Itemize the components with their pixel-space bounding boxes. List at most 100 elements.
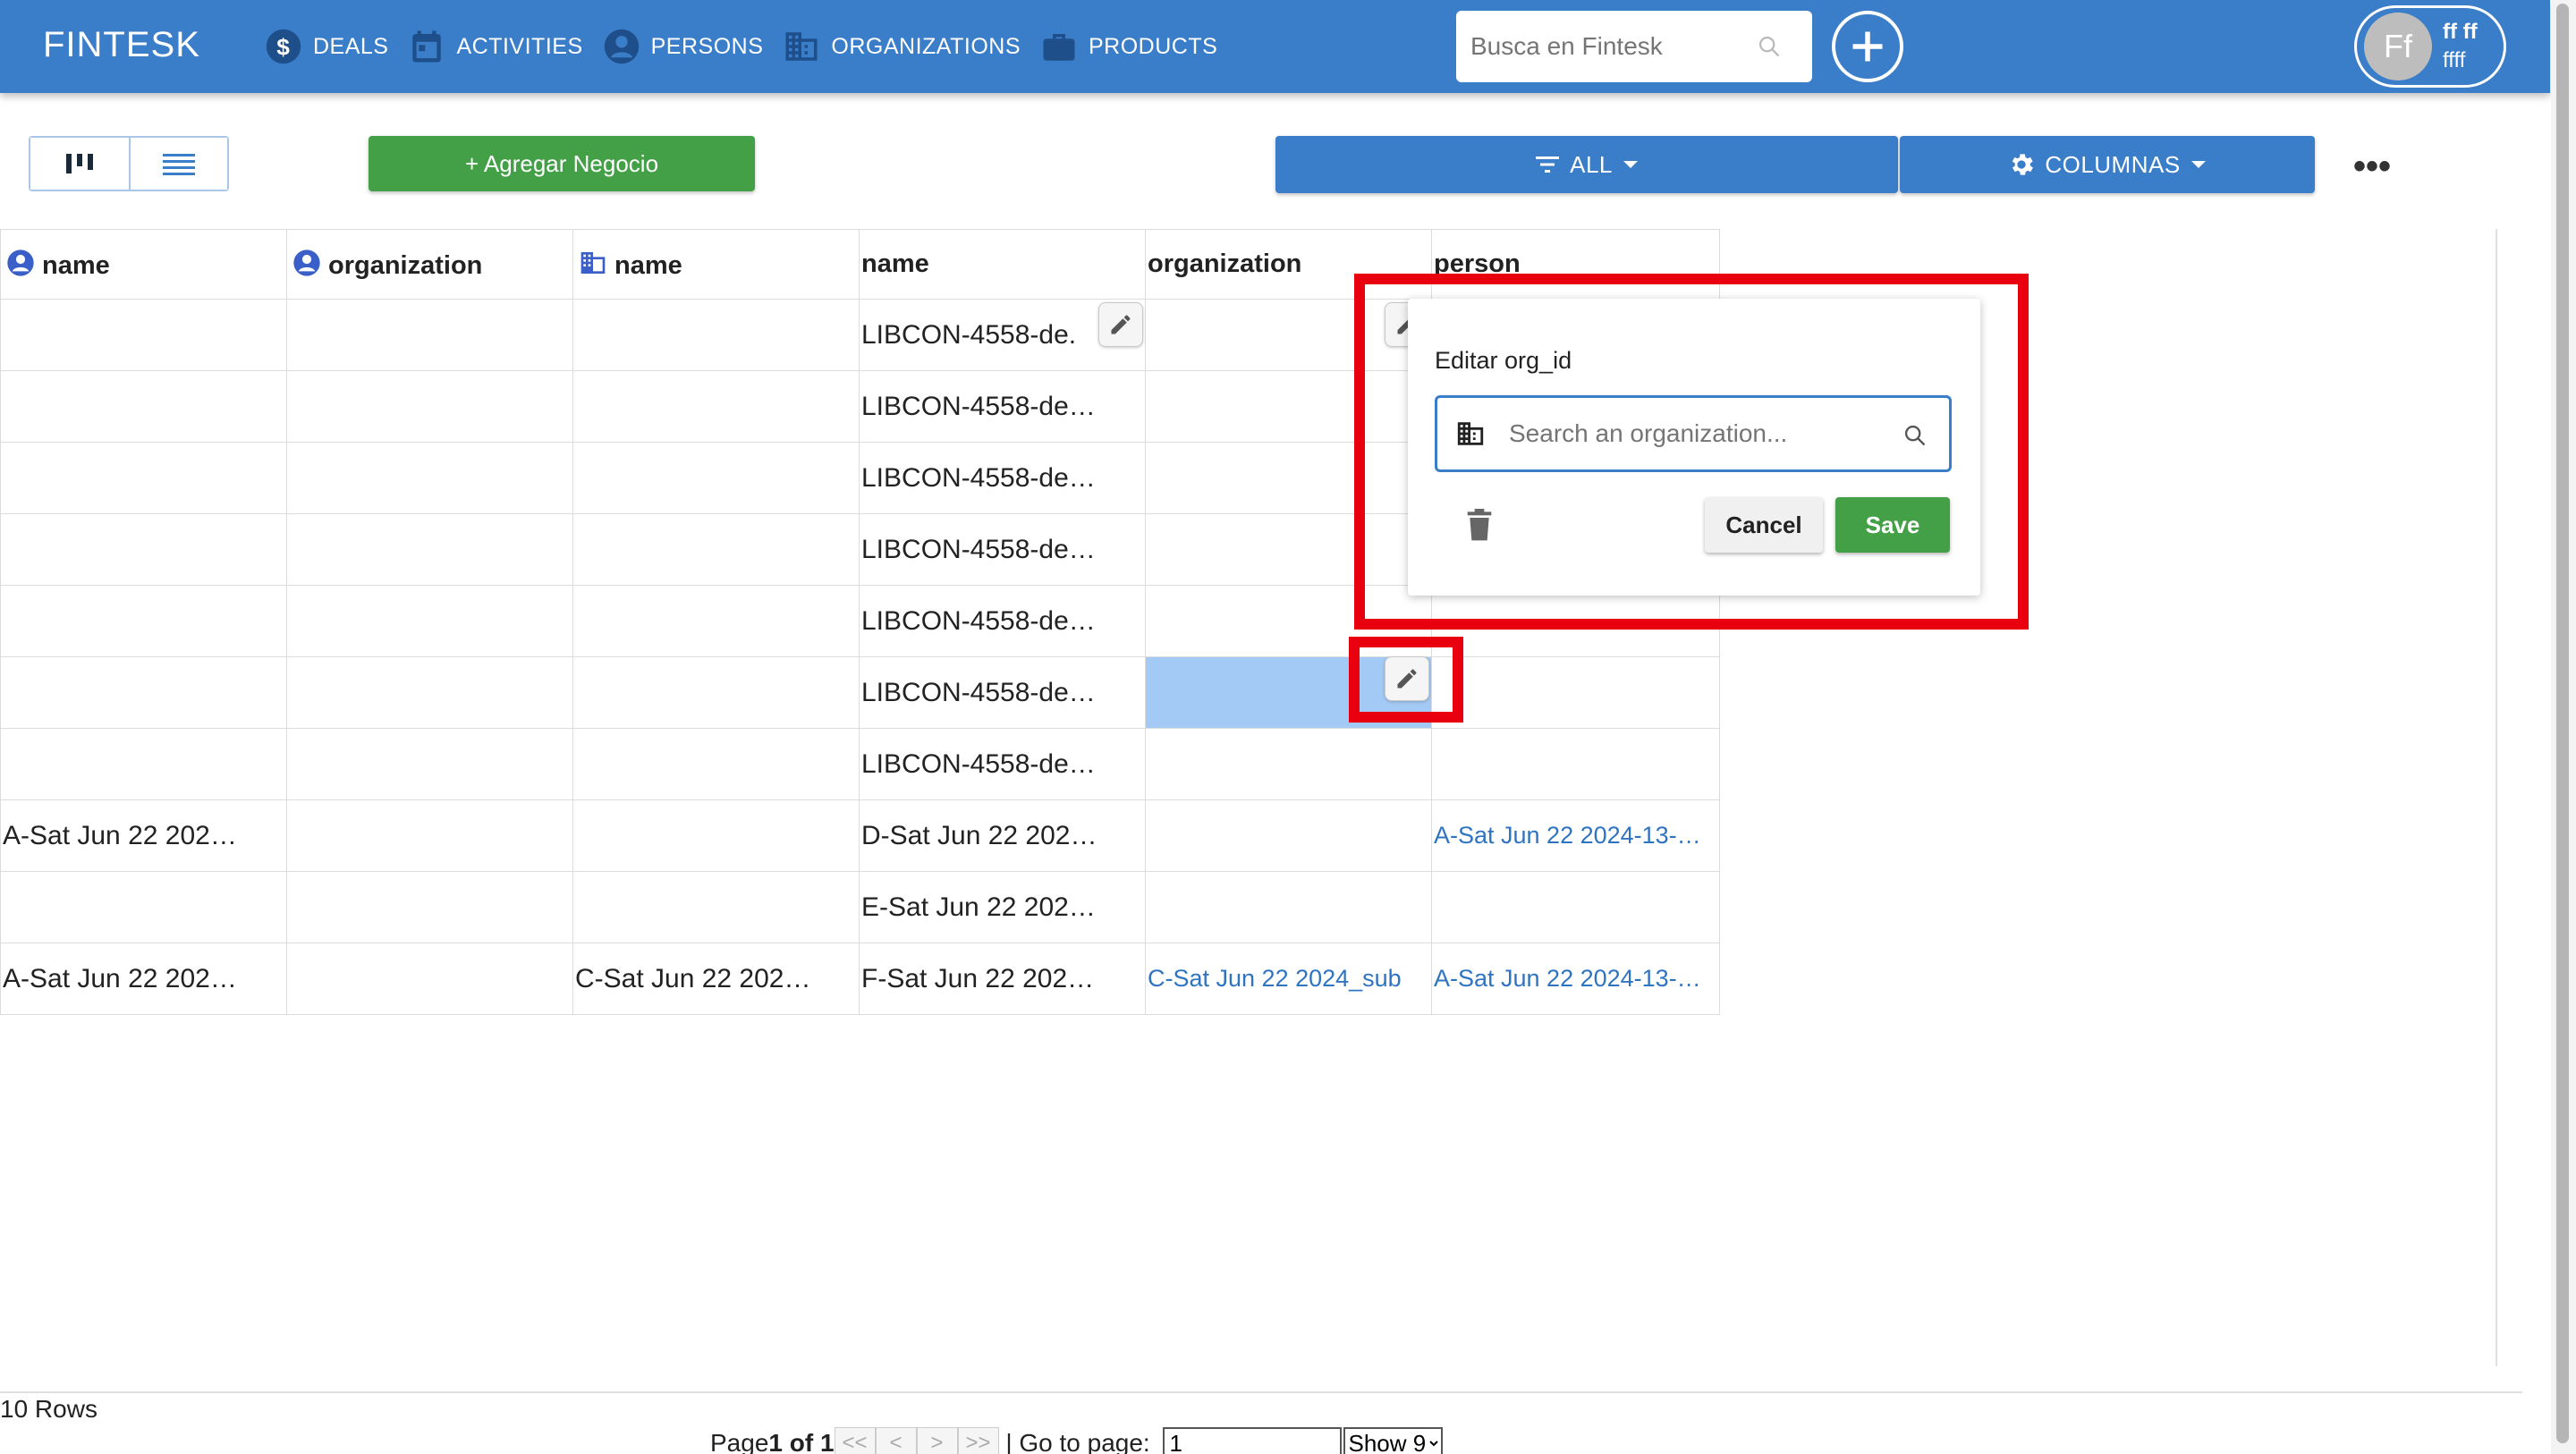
delete-button[interactable] [1465,508,1494,546]
table-cell[interactable] [572,370,860,443]
next-page-button[interactable]: > [916,1427,958,1454]
building-icon [785,32,818,61]
save-button[interactable]: Save [1835,497,1950,553]
table-cell[interactable]: LIBCON-4558-de… [859,728,1146,800]
table-row[interactable]: LIBCON-4558-de… [0,585,1720,657]
table-row[interactable]: LIBCON-4558-de… [0,728,1720,800]
table-cell[interactable] [572,871,860,943]
table-cell[interactable] [572,585,860,657]
plus-icon [1852,31,1883,62]
first-page-button[interactable]: << [834,1427,876,1454]
table-cell[interactable] [1145,585,1432,657]
table-cell[interactable] [286,585,573,657]
scrollbar[interactable] [2551,0,2576,1454]
nav-deals[interactable]: $ DEALS [265,0,388,93]
table-cell[interactable] [1145,871,1432,943]
rows-count: 10 Rows [0,1395,97,1423]
table-cell[interactable] [1145,799,1432,872]
table-cell[interactable] [572,442,860,514]
table-cell[interactable]: D-Sat Jun 22 202… [859,799,1146,872]
table-cell[interactable] [286,299,573,371]
nav-activities[interactable]: ACTIVITIES [408,0,582,93]
table-cell[interactable] [286,656,573,729]
edit-cell-button[interactable] [1098,302,1143,347]
table-cell[interactable] [0,299,287,371]
table-cell[interactable] [572,656,860,729]
global-search-input[interactable] [1470,32,1757,61]
filter-button[interactable]: ALL [1275,136,1898,193]
table-cell[interactable]: LIBCON-4558-de… [859,656,1146,729]
table-cell[interactable]: LIBCON-4558-de… [859,442,1146,514]
column-header-deal-organization[interactable]: organization [1145,229,1432,300]
table-cell[interactable]: A-Sat Jun 22 202… [0,799,287,872]
table-row[interactable]: LIBCON-4558-de… [0,656,1720,729]
kanban-view-button[interactable] [30,138,129,190]
table-row[interactable]: A-Sat Jun 22 202… C-Sat Jun 22 202… F-Sat … [0,943,1720,1015]
add-deal-button[interactable]: + Agregar Negocio [369,136,755,191]
last-page-button[interactable]: >> [957,1427,999,1454]
table-cell[interactable] [1145,442,1432,514]
table-cell[interactable] [0,871,287,943]
column-header-person-organization[interactable]: organization [286,229,573,300]
table-cell[interactable] [286,943,573,1015]
table-cell[interactable] [1145,513,1432,586]
table-cell[interactable] [1431,728,1720,800]
table-cell[interactable]: A-Sat Jun 22 2024-13-… [1431,943,1720,1015]
table-cell[interactable] [1431,871,1720,943]
user-menu[interactable]: Ff ff ff ffff [2354,5,2506,88]
table-cell[interactable] [572,728,860,800]
table-cell[interactable] [286,799,573,872]
columns-button[interactable]: COLUMNAS [1900,136,2315,193]
table-cell[interactable]: A-Sat Jun 22 202… [0,943,287,1015]
table-cell[interactable] [0,442,287,514]
column-header-person-name[interactable]: name [0,229,287,300]
table-cell[interactable] [0,728,287,800]
table-cell[interactable] [0,656,287,729]
table-cell[interactable] [1431,585,1720,657]
nav-organizations[interactable]: ORGANIZATIONS [783,0,1021,93]
list-view-button[interactable] [129,138,227,190]
table-cell[interactable] [286,871,573,943]
organization-search-input[interactable] [1509,419,1867,448]
nav-products[interactable]: PRODUCTS [1040,0,1217,93]
quick-add-button[interactable] [1832,11,1903,82]
table-row[interactable]: E-Sat Jun 22 202… [0,871,1720,943]
table-cell[interactable]: LIBCON-4558-de… [859,370,1146,443]
cancel-button[interactable]: Cancel [1705,497,1823,553]
table-cell[interactable] [1145,370,1432,443]
table-cell[interactable] [572,799,860,872]
search-icon[interactable] [1902,423,1928,448]
table-cell[interactable] [1431,656,1720,729]
table-cell[interactable]: C-Sat Jun 22 2024_sub [1145,943,1432,1015]
table-cell[interactable] [286,442,573,514]
search-icon[interactable] [1757,34,1782,59]
more-options-button[interactable]: ••• [2352,147,2392,186]
table-cell[interactable] [0,513,287,586]
table-cell[interactable]: F-Sat Jun 22 202… [859,943,1146,1015]
table-cell[interactable]: LIBCON-4558-de… [859,513,1146,586]
nav-persons[interactable]: PERSONS [603,0,764,93]
table-cell[interactable] [286,728,573,800]
edit-organization-button[interactable] [1385,656,1429,701]
table-cell[interactable]: E-Sat Jun 22 202… [859,871,1146,943]
goto-page-input[interactable] [1162,1427,1342,1454]
table-cell[interactable] [286,370,573,443]
table-cell[interactable] [572,513,860,586]
scrollbar-thumb[interactable] [2556,4,2569,1443]
filter-label: ALL [1570,150,1613,178]
table-row[interactable]: A-Sat Jun 22 202… D-Sat Jun 22 202… A-Sat … [0,799,1720,872]
column-header-organization-name[interactable]: name [572,229,860,300]
table-cell[interactable]: C-Sat Jun 22 202… [572,943,860,1015]
prev-page-button[interactable]: < [875,1427,917,1454]
column-header-deal-name[interactable]: name [859,229,1146,300]
table-cell[interactable] [572,299,860,371]
page-size-select[interactable]: Show 9 [1343,1427,1443,1454]
column-header-deal-person[interactable]: person [1431,229,1720,300]
table-cell[interactable] [0,370,287,443]
table-cell[interactable] [1145,728,1432,800]
table-cell[interactable] [286,513,573,586]
table-cell[interactable]: LIBCON-4558-de… [859,585,1146,657]
app-brand[interactable]: FINTESK [43,25,200,65]
table-cell[interactable] [0,585,287,657]
table-cell[interactable]: A-Sat Jun 22 2024-13-… [1431,799,1720,872]
